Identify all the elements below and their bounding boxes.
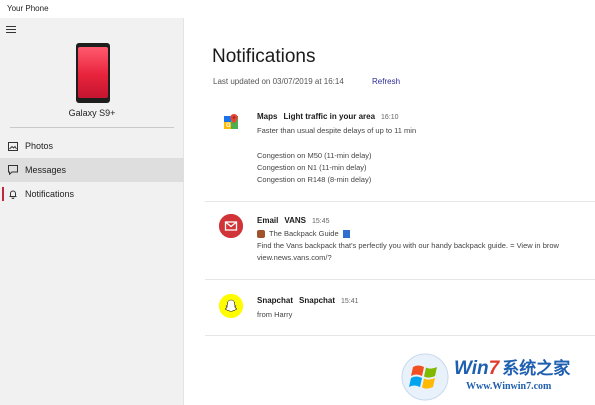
main-panel: Notifications Last updated on 03/07/2019… <box>185 18 595 405</box>
watermark-brand: Win <box>454 358 489 379</box>
last-updated-text: Last updated on 03/07/2019 at 16:14 <box>213 77 344 86</box>
image-icon <box>8 141 18 151</box>
sidebar: Galaxy S9+ Photos Messages Notifications <box>0 18 184 405</box>
title-bar: Your Phone <box>0 0 595 18</box>
notification-header: Maps Light traffic in your area 16:10 <box>257 112 399 121</box>
notification-subject: The Backpack Guide <box>257 229 350 238</box>
notification-item-email[interactable]: Email VANS 15:45 The Backpack Guide Find t… <box>205 202 595 280</box>
bell-icon <box>8 189 18 199</box>
notification-time: 16:10 <box>381 114 399 121</box>
message-icon <box>8 165 18 175</box>
notification-headline: Snapchat <box>299 296 336 305</box>
notification-line: Congestion on N1 (11-min delay) <box>257 163 367 172</box>
notification-item-snapchat[interactable]: Snapchat Snapchat 15:41 from Harry <box>205 280 595 336</box>
refresh-link[interactable]: Refresh <box>372 77 400 86</box>
sidebar-nav: Photos Messages Notifications <box>0 134 184 206</box>
device-name: Galaxy S9+ <box>68 108 116 118</box>
watermark-brand-digit: 7 <box>488 358 500 379</box>
sidebar-item-label: Messages <box>25 165 67 175</box>
notification-line: view.news.vans.com/? <box>257 253 332 262</box>
notification-item-maps[interactable]: G Maps Light traffic in your area 16:10 Fa… <box>205 100 595 202</box>
sidebar-item-photos[interactable]: Photos <box>0 134 184 158</box>
sidebar-divider <box>10 127 174 128</box>
notification-app-name: Email <box>257 216 279 225</box>
sidebar-item-label: Photos <box>25 141 54 151</box>
backpack-icon <box>257 229 265 238</box>
watermark: Win7 系统之家 Www.Winwin7.com <box>400 350 592 402</box>
notification-line: The Backpack Guide <box>269 229 339 238</box>
notification-line: Congestion on M50 (11-min delay) <box>257 151 372 160</box>
sidebar-item-notifications[interactable]: Notifications <box>0 182 184 206</box>
notification-time: 15:41 <box>341 298 359 305</box>
watermark-url: Www.Winwin7.com <box>466 381 552 392</box>
snapchat-ghost-icon <box>219 294 243 318</box>
watermark-brand-cn: 系统之家 <box>502 359 571 378</box>
notification-line: Congestion on R148 (8-min delay) <box>257 175 372 184</box>
notification-headline: VANS <box>284 216 306 225</box>
notification-headline: Light traffic in your area <box>283 112 376 121</box>
notification-time: 15:45 <box>311 218 330 225</box>
notification-line: from Harry <box>257 310 293 319</box>
hamburger-menu-icon[interactable] <box>6 26 18 36</box>
windows-logo-icon <box>401 353 449 401</box>
svg-text:G: G <box>226 123 231 129</box>
notification-app-name: Snapchat <box>257 296 294 305</box>
notification-line: Find the Vans backpack that's perfectly … <box>257 241 559 250</box>
phone-image <box>76 43 110 103</box>
sidebar-item-label: Notifications <box>25 189 75 199</box>
notification-line: Faster than usual despite delays of up t… <box>257 126 417 135</box>
notification-header: Snapchat Snapchat 15:41 <box>257 296 359 305</box>
app-title: Your Phone <box>7 4 49 13</box>
book-icon <box>342 229 350 238</box>
notification-header: Email VANS 15:45 <box>257 216 330 225</box>
page-title: Notifications <box>212 46 316 67</box>
notification-app-name: Maps <box>257 112 278 121</box>
mail-icon <box>219 214 243 238</box>
sidebar-item-messages[interactable]: Messages <box>0 158 184 182</box>
google-maps-icon: G <box>219 110 243 134</box>
notification-divider <box>205 335 595 336</box>
